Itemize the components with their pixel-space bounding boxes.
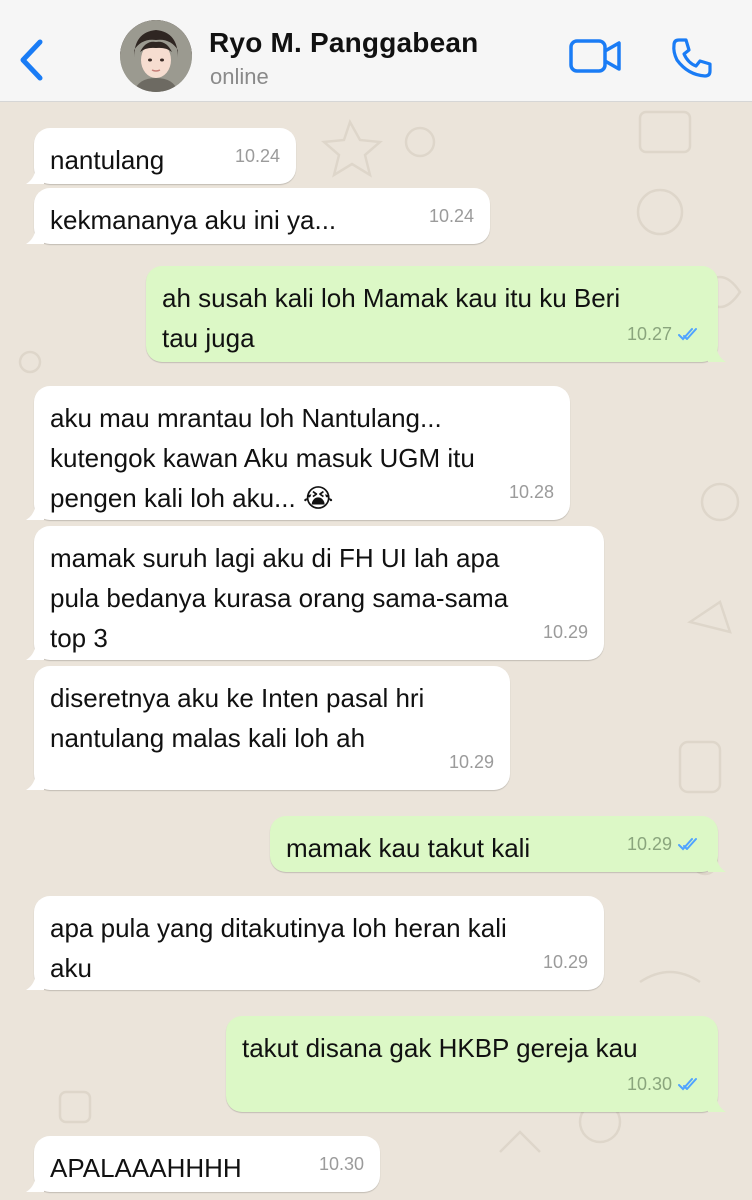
contact-status: online bbox=[210, 64, 269, 89]
message-meta: 10.28 bbox=[509, 472, 554, 512]
message-meta: 10.24 bbox=[429, 196, 474, 236]
bubble-tail bbox=[26, 640, 44, 660]
chevron-left-icon bbox=[20, 39, 43, 81]
message-time: 10.29 bbox=[626, 834, 672, 854]
incoming-message[interactable]: mamak suruh lagi aku di FH UI lah apa pu… bbox=[26, 526, 604, 660]
message-meta: 10.30 bbox=[627, 1064, 702, 1104]
incoming-message[interactable]: apa pula yang ditakutinya loh heran kali… bbox=[26, 896, 604, 990]
message-time: 10.29 bbox=[448, 752, 494, 772]
outgoing-message[interactable]: ah susah kali loh Mamak kau itu ku Beri … bbox=[146, 266, 726, 362]
bubble-tail bbox=[708, 342, 726, 362]
message-time: 10.28 bbox=[508, 482, 554, 502]
bubble-tail bbox=[26, 164, 44, 184]
message-meta: 10.27 bbox=[627, 314, 702, 354]
message-time: 10.27 bbox=[626, 324, 672, 344]
message-meta: 10.29 bbox=[543, 942, 588, 982]
message-text: ah susah kali loh Mamak kau itu ku Beri … bbox=[162, 283, 621, 353]
message-time: 10.29 bbox=[542, 622, 588, 642]
avatar-image bbox=[120, 20, 192, 92]
incoming-message[interactable]: APALAAAHHHH 10.30 bbox=[26, 1136, 380, 1192]
message-meta: 10.29 bbox=[449, 742, 494, 782]
bubble-tail bbox=[708, 852, 726, 872]
message-text: mamak suruh lagi aku di FH UI lah apa pu… bbox=[50, 543, 509, 653]
message-meta: 10.29 bbox=[627, 824, 702, 864]
incoming-message[interactable]: kekmananya aku ini ya... 10.24 bbox=[26, 188, 490, 244]
video-call-button[interactable] bbox=[568, 36, 622, 76]
bubble-tail bbox=[26, 500, 44, 520]
message-meta: 10.30 bbox=[319, 1144, 364, 1184]
message-text: APALAAAHHHH bbox=[50, 1153, 242, 1183]
message-text: takut disana gak HKBP gereja kau bbox=[242, 1033, 638, 1063]
bubble-tail bbox=[26, 224, 44, 244]
incoming-message[interactable]: aku mau mrantau loh Nantulang... kutengo… bbox=[26, 386, 570, 520]
contact-name[interactable]: Ryo M. Panggabean bbox=[209, 27, 478, 59]
chat-header: Ryo M. Panggabean online bbox=[0, 0, 752, 102]
message-text: kekmananya aku ini ya... bbox=[50, 205, 337, 235]
bubble-tail bbox=[26, 770, 44, 790]
chat-area[interactable]: nantulang 10.24 kekmananya aku ini ya... 10… bbox=[0, 102, 752, 1200]
message-text: apa pula yang ditakutinya loh heran kali… bbox=[50, 913, 507, 983]
voice-call-button[interactable] bbox=[670, 36, 714, 80]
phone-icon bbox=[672, 38, 712, 78]
message-time: 10.24 bbox=[428, 206, 474, 226]
bubble-tail bbox=[26, 1172, 44, 1192]
incoming-message[interactable]: diseretnya aku ke Inten pasal hri nantul… bbox=[26, 666, 510, 790]
message-meta: 10.29 bbox=[543, 612, 588, 652]
message-time: 10.29 bbox=[542, 952, 588, 972]
read-receipt-icon bbox=[678, 1078, 697, 1091]
message-meta: 10.24 bbox=[235, 136, 280, 176]
avatar[interactable] bbox=[120, 20, 192, 92]
outgoing-message[interactable]: mamak kau takut kali 10.29 bbox=[270, 816, 726, 872]
message-time: 10.30 bbox=[626, 1074, 672, 1094]
back-button[interactable] bbox=[14, 36, 48, 84]
bubble-tail bbox=[708, 1092, 726, 1112]
message-time: 10.24 bbox=[234, 146, 280, 166]
message-time: 10.30 bbox=[318, 1154, 364, 1174]
bubble-tail bbox=[26, 970, 44, 990]
message-text: diseretnya aku ke Inten pasal hri nantul… bbox=[50, 683, 425, 753]
read-receipt-icon bbox=[678, 328, 697, 341]
message-text: aku mau mrantau loh Nantulang... kutengo… bbox=[50, 403, 475, 513]
video-camera-icon bbox=[569, 39, 621, 73]
outgoing-message[interactable]: takut disana gak HKBP gereja kau 10.30 bbox=[226, 1016, 726, 1112]
read-receipt-icon bbox=[678, 838, 697, 851]
incoming-message[interactable]: nantulang 10.24 bbox=[26, 128, 296, 184]
